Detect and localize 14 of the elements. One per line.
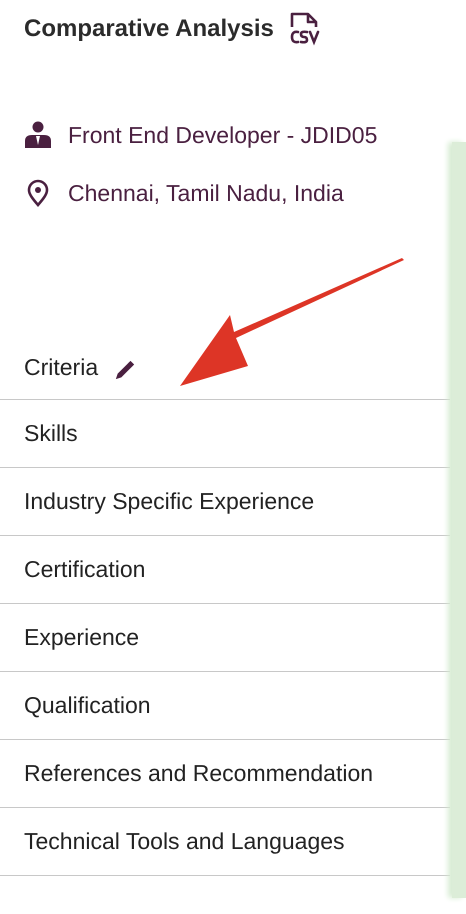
job-title: Front End Developer - JDID05 [68, 122, 378, 148]
criteria-item: Industry Specific Experience [24, 488, 314, 515]
criteria-item: References and Recommendation [24, 760, 374, 787]
job-location: Chennai, Tamil Nadu, India [68, 180, 344, 206]
page-title: Comparative Analysis [24, 15, 274, 43]
criteria-item: Technical Tools and Languages [24, 828, 345, 855]
person-icon [24, 121, 52, 149]
criteria-item: Experience [24, 624, 140, 651]
csv-file-icon[interactable] [288, 12, 322, 46]
criteria-heading: Criteria [24, 354, 98, 381]
criteria-item: Skills [24, 420, 78, 447]
pencil-icon[interactable] [114, 359, 136, 381]
criteria-item: Qualification [24, 692, 151, 719]
criteria-item: Certification [24, 556, 146, 583]
